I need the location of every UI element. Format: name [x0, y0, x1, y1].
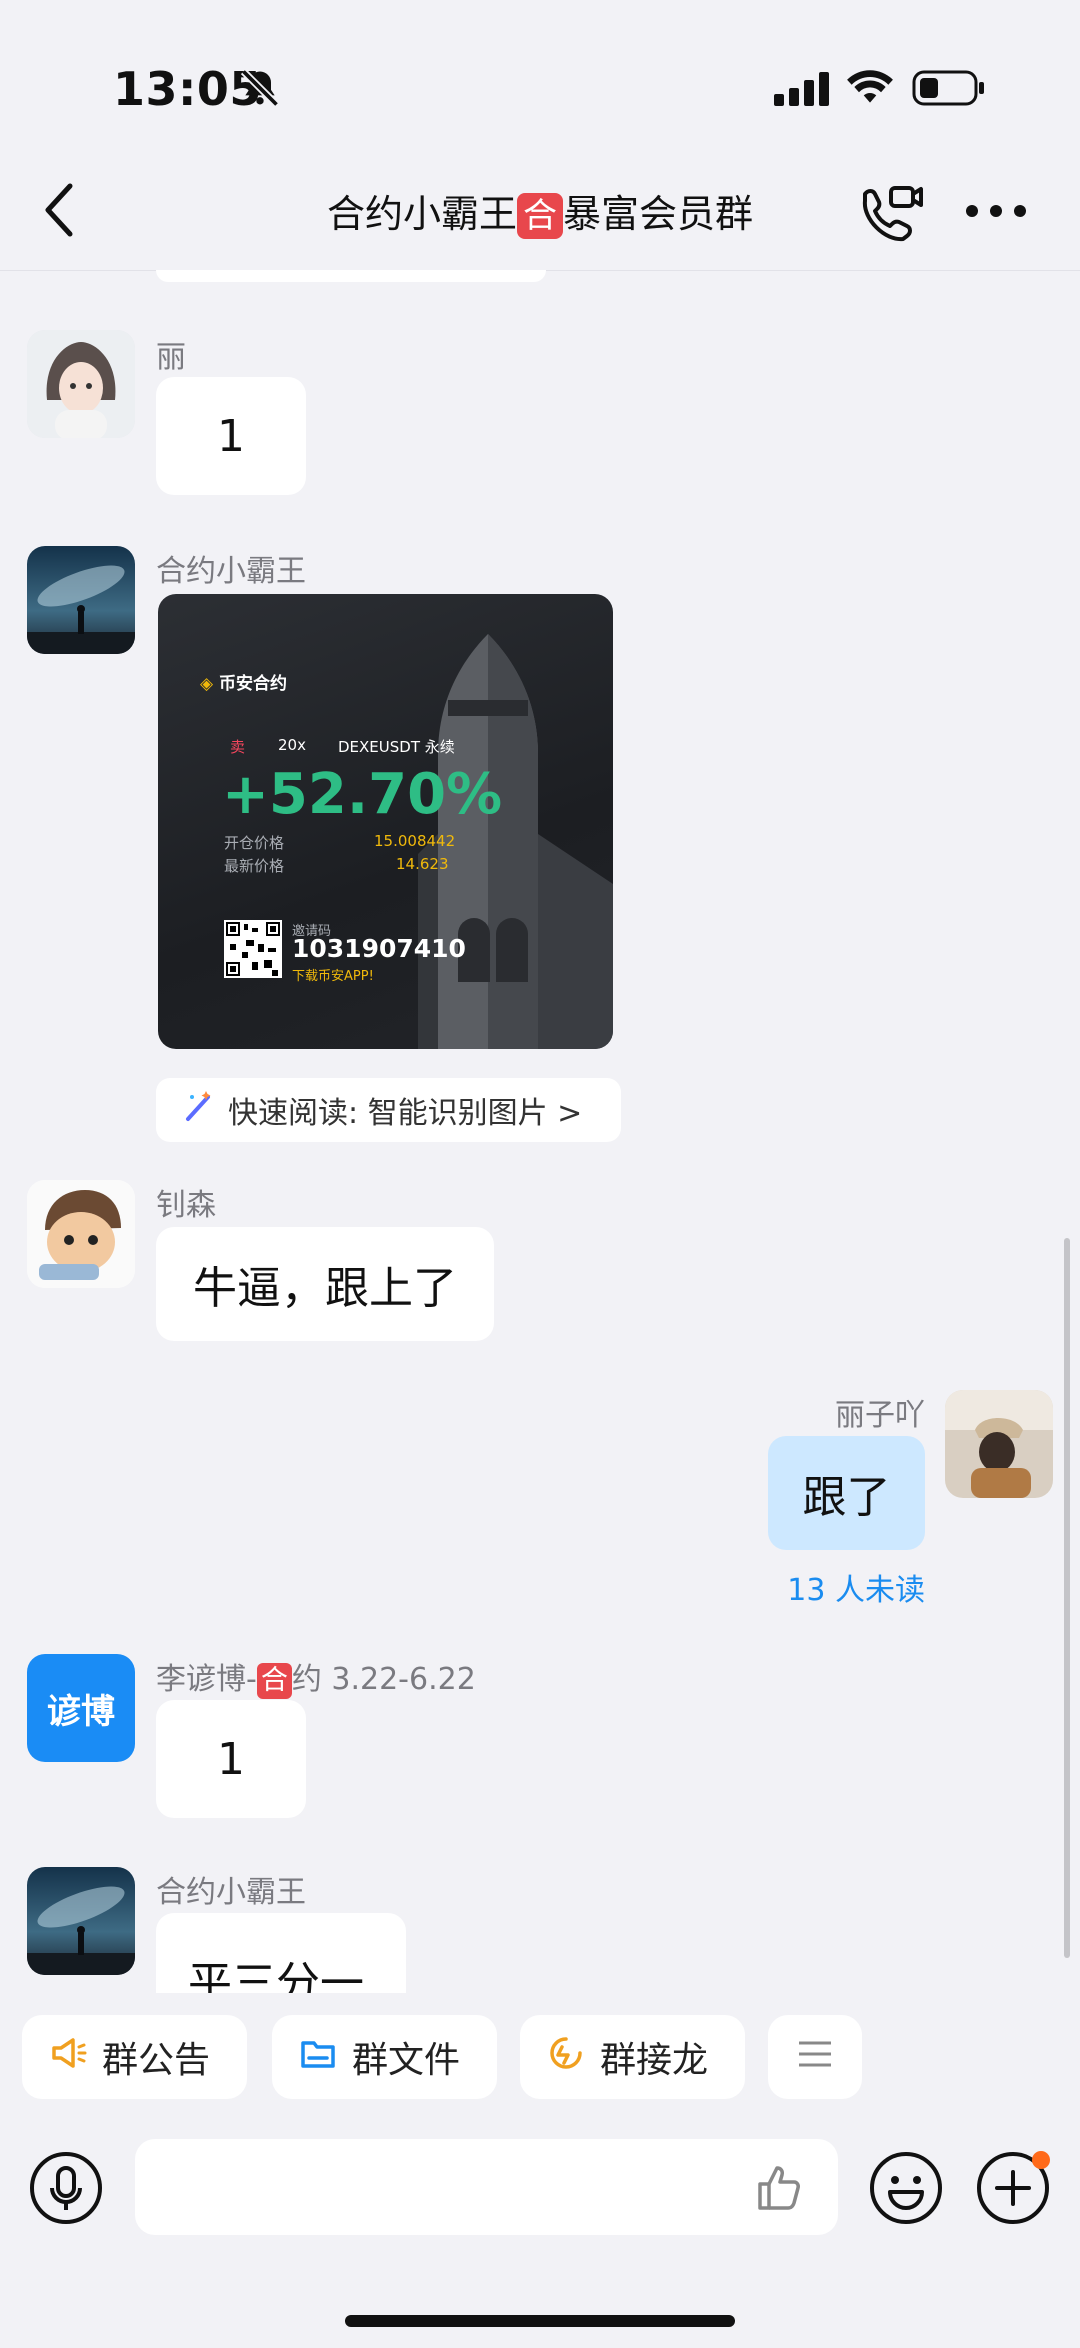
group-files-label: 群文件: [352, 2040, 461, 2081]
last-price-value: 14.623: [396, 855, 449, 873]
signal-icon: [772, 68, 834, 108]
message-text: 平三分一: [188, 1958, 364, 1993]
thumbs-up-icon[interactable]: [752, 2160, 806, 2214]
folder-icon: [298, 2033, 338, 2082]
scrollbar[interactable]: [1064, 1238, 1070, 1958]
message-bubble[interactable]: 牛逼，跟上了: [156, 1227, 494, 1341]
avatar[interactable]: 谚博: [27, 1654, 135, 1762]
pair-label: DEXEUSDT 永续: [338, 738, 455, 756]
title-suffix: 暴富会员群: [563, 192, 754, 236]
group-chain-button[interactable]: 群接龙: [520, 2015, 745, 2099]
add-button[interactable]: [975, 2150, 1051, 2226]
sender-name: 丽子吖: [835, 1398, 925, 1433]
message-text: 牛逼，跟上了: [193, 1263, 457, 1314]
quick-read-link[interactable]: 快速阅读: 智能识别图片 >: [156, 1078, 621, 1142]
message-input[interactable]: [135, 2139, 838, 2235]
read-status[interactable]: 13 人未读: [700, 1565, 925, 1609]
message-text: 跟了: [802, 1472, 891, 1523]
open-price-value: 15.008442: [374, 832, 456, 850]
sender-name: 钊森: [156, 1188, 216, 1223]
more-actions-button[interactable]: [768, 2015, 862, 2099]
home-indicator: [345, 2315, 735, 2327]
battery-icon: [912, 68, 986, 108]
my-message-bubble[interactable]: 跟了: [768, 1436, 925, 1550]
title-prefix: 合约小霸王: [326, 192, 517, 236]
avatar-text: 谚博: [47, 1691, 115, 1732]
sender-prefix: 李谚博-: [156, 1662, 257, 1697]
my-avatar[interactable]: [945, 1390, 1053, 1498]
sender-name: 李谚博- 合约 3.22-6.22: [156, 1654, 476, 1699]
video-call-icon[interactable]: [855, 180, 925, 244]
magic-wand-icon: [182, 1089, 216, 1131]
avatar[interactable]: [27, 330, 135, 438]
group-notice-button[interactable]: 群公告: [22, 2015, 247, 2099]
message-text: 1: [217, 1733, 245, 1785]
last-price-label: 最新价格: [224, 857, 285, 875]
emoji-button[interactable]: [868, 2150, 944, 2226]
invite-code: 1031907410: [292, 934, 466, 963]
menu-icon: [797, 2037, 833, 2078]
quick-read-text: 快速阅读: 智能识别图片 >: [228, 1096, 583, 1131]
leverage-label: 20x: [278, 736, 306, 754]
mute-bell-icon: [238, 66, 282, 110]
avatar[interactable]: [27, 1867, 135, 1975]
message-text: 1: [217, 410, 245, 462]
megaphone-icon: [48, 2033, 88, 2082]
message-bubble[interactable]: 平三分一: [156, 1913, 406, 1993]
qr-code: [224, 920, 282, 978]
message-bubble[interactable]: 1: [156, 1700, 306, 1818]
brand-label: ◈ 币安合约: [200, 674, 287, 694]
title-badge: 合: [517, 193, 563, 239]
sender-badge: 合: [256, 1663, 292, 1699]
sender-suffix: 约 3.22-6.22: [291, 1662, 476, 1697]
brand-text: 币安合约: [219, 674, 287, 694]
sender-name: 丽: [156, 340, 186, 375]
group-notice-label: 群公告: [102, 2040, 211, 2081]
previous-message-bubble: [156, 270, 546, 282]
sender-name: 合约小霸王: [156, 554, 306, 589]
image-message[interactable]: ◈ 币安合约 卖 20x DEXEUSDT 永续 +52.70% 开仓价格 15…: [158, 594, 613, 1049]
side-label: 卖: [230, 738, 246, 756]
open-price-label: 开仓价格: [224, 834, 285, 852]
avatar[interactable]: [27, 546, 135, 654]
message-bubble[interactable]: 1: [156, 377, 306, 495]
group-files-button[interactable]: 群文件: [272, 2015, 497, 2099]
chain-icon: [546, 2033, 586, 2082]
avatar[interactable]: [27, 1180, 135, 1288]
voice-button[interactable]: [28, 2150, 104, 2226]
group-chain-label: 群接龙: [600, 2040, 709, 2081]
download-hint: 下载币安APP!: [292, 969, 374, 984]
more-options-icon[interactable]: [962, 196, 1032, 226]
pnl-value: +52.70%: [222, 762, 503, 827]
sender-name: 合约小霸王: [156, 1875, 306, 1910]
wifi-icon: [845, 64, 895, 108]
